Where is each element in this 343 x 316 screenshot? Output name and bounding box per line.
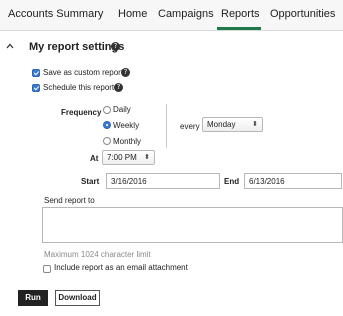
- tab-opportunities[interactable]: Opportunities: [270, 8, 335, 20]
- send-report-label: Send report to: [44, 196, 95, 205]
- every-label: every: [180, 122, 200, 131]
- top-navigation: Accounts Summary Home Campaigns Reports …: [0, 0, 343, 31]
- radio-weekly[interactable]: [103, 121, 111, 129]
- day-select[interactable]: Monday ⬍: [202, 117, 263, 132]
- save-custom-checkbox[interactable]: [32, 69, 40, 77]
- schedule-checkbox[interactable]: [32, 84, 40, 92]
- end-label: End: [224, 177, 240, 186]
- character-limit-text: Maximum 1024 character limit: [44, 250, 151, 259]
- radio-daily[interactable]: [103, 106, 111, 114]
- schedule-label: Schedule this report: [43, 83, 115, 92]
- radio-daily-label: Daily: [113, 105, 131, 114]
- at-label: At: [90, 154, 99, 163]
- frequency-label: Frequency: [61, 108, 102, 117]
- tab-home[interactable]: Home: [118, 8, 147, 20]
- help-icon[interactable]: ?: [111, 42, 120, 51]
- select-arrows-icon: ⬍: [252, 120, 258, 128]
- download-button[interactable]: Download: [55, 290, 100, 306]
- attachment-checkbox[interactable]: [43, 265, 51, 273]
- send-report-textarea[interactable]: [42, 207, 343, 243]
- tab-accounts-summary[interactable]: Accounts Summary: [8, 8, 103, 20]
- help-icon[interactable]: ?: [121, 68, 130, 77]
- day-select-value: Monday: [207, 120, 236, 129]
- radio-weekly-label: Weekly: [113, 121, 140, 130]
- help-icon[interactable]: ?: [114, 83, 123, 92]
- active-tab-indicator: [217, 27, 261, 30]
- run-button[interactable]: Run: [18, 290, 48, 306]
- time-select[interactable]: 7:00 PM ⬍: [102, 150, 155, 165]
- end-date-input[interactable]: 6/13/2016: [244, 173, 342, 189]
- start-label: Start: [81, 177, 100, 186]
- select-arrows-icon: ⬍: [144, 153, 150, 161]
- time-select-value: 7:00 PM: [107, 153, 137, 162]
- save-custom-label: Save as custom report: [43, 68, 124, 77]
- tab-reports[interactable]: Reports: [221, 8, 260, 20]
- start-date-input[interactable]: 3/16/2016: [106, 173, 220, 189]
- chevron-up-icon[interactable]: [6, 42, 14, 50]
- radio-monthly[interactable]: [103, 137, 111, 145]
- attachment-label: Include report as an email attachment: [54, 263, 188, 272]
- radio-monthly-label: Monthly: [113, 137, 142, 146]
- frequency-divider: [166, 104, 171, 148]
- tab-campaigns[interactable]: Campaigns: [158, 8, 214, 20]
